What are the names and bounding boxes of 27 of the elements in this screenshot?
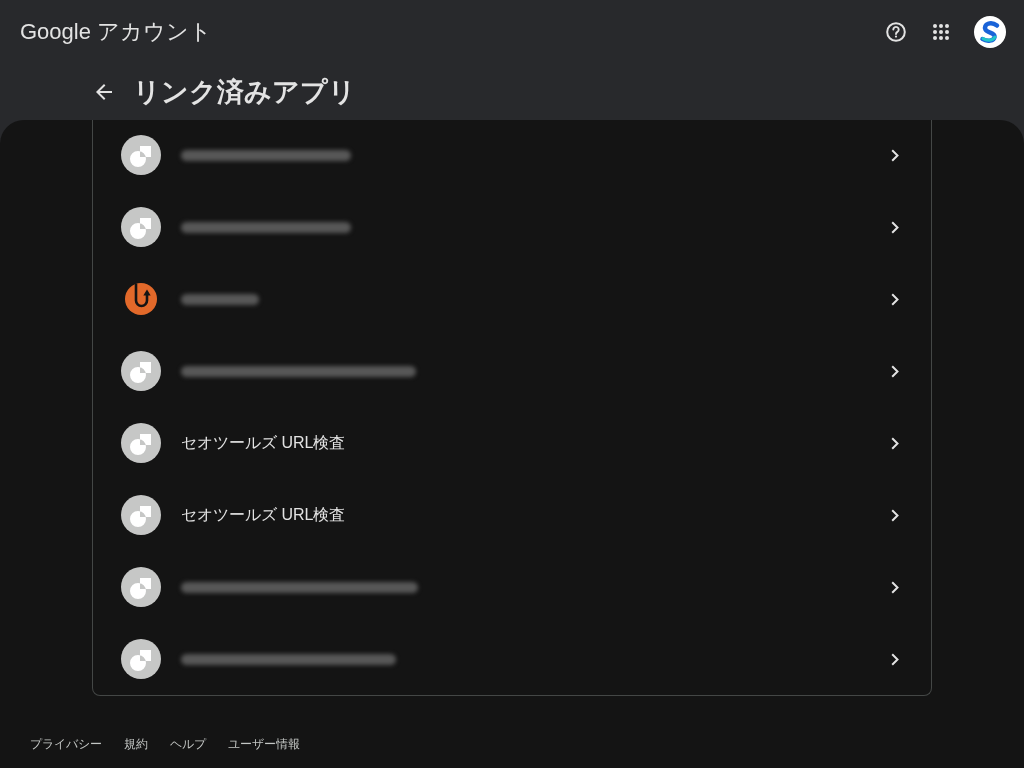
app-icon [121, 351, 161, 391]
footer-link[interactable]: ヘルプ [170, 736, 206, 752]
avatar-icon[interactable] [974, 16, 1006, 48]
chevron-right-icon[interactable] [891, 220, 899, 234]
help-icon[interactable] [886, 22, 906, 42]
footer-link[interactable]: プライバシー [30, 736, 102, 752]
app-icon [121, 423, 161, 463]
app-icon [121, 495, 161, 535]
chevron-right-icon[interactable] [891, 508, 899, 522]
page-title: リンク済みアプリ [133, 76, 356, 109]
chevron-right-icon[interactable] [891, 364, 899, 378]
chevron-right-icon[interactable] [891, 436, 899, 450]
chevron-right-icon[interactable] [891, 148, 899, 162]
app-name[interactable]: セオツールズ URL検査 [181, 432, 346, 454]
app-icon [121, 207, 161, 247]
app-icon [121, 567, 161, 607]
apps-grid-icon[interactable] [933, 24, 949, 40]
app-name[interactable]: セオツールズ URL検査 [181, 504, 346, 526]
chevron-right-icon[interactable] [891, 652, 899, 666]
app-icon [121, 135, 161, 175]
chevron-right-icon[interactable] [891, 580, 899, 594]
app-icon [121, 639, 161, 679]
back-arrow-icon[interactable] [96, 84, 112, 100]
account-logo-text[interactable]: Google アカウント [20, 18, 213, 46]
footer-link[interactable]: 規約 [124, 736, 148, 752]
chevron-right-icon[interactable] [891, 292, 899, 306]
footer-link[interactable]: ユーザー情報 [228, 736, 300, 752]
